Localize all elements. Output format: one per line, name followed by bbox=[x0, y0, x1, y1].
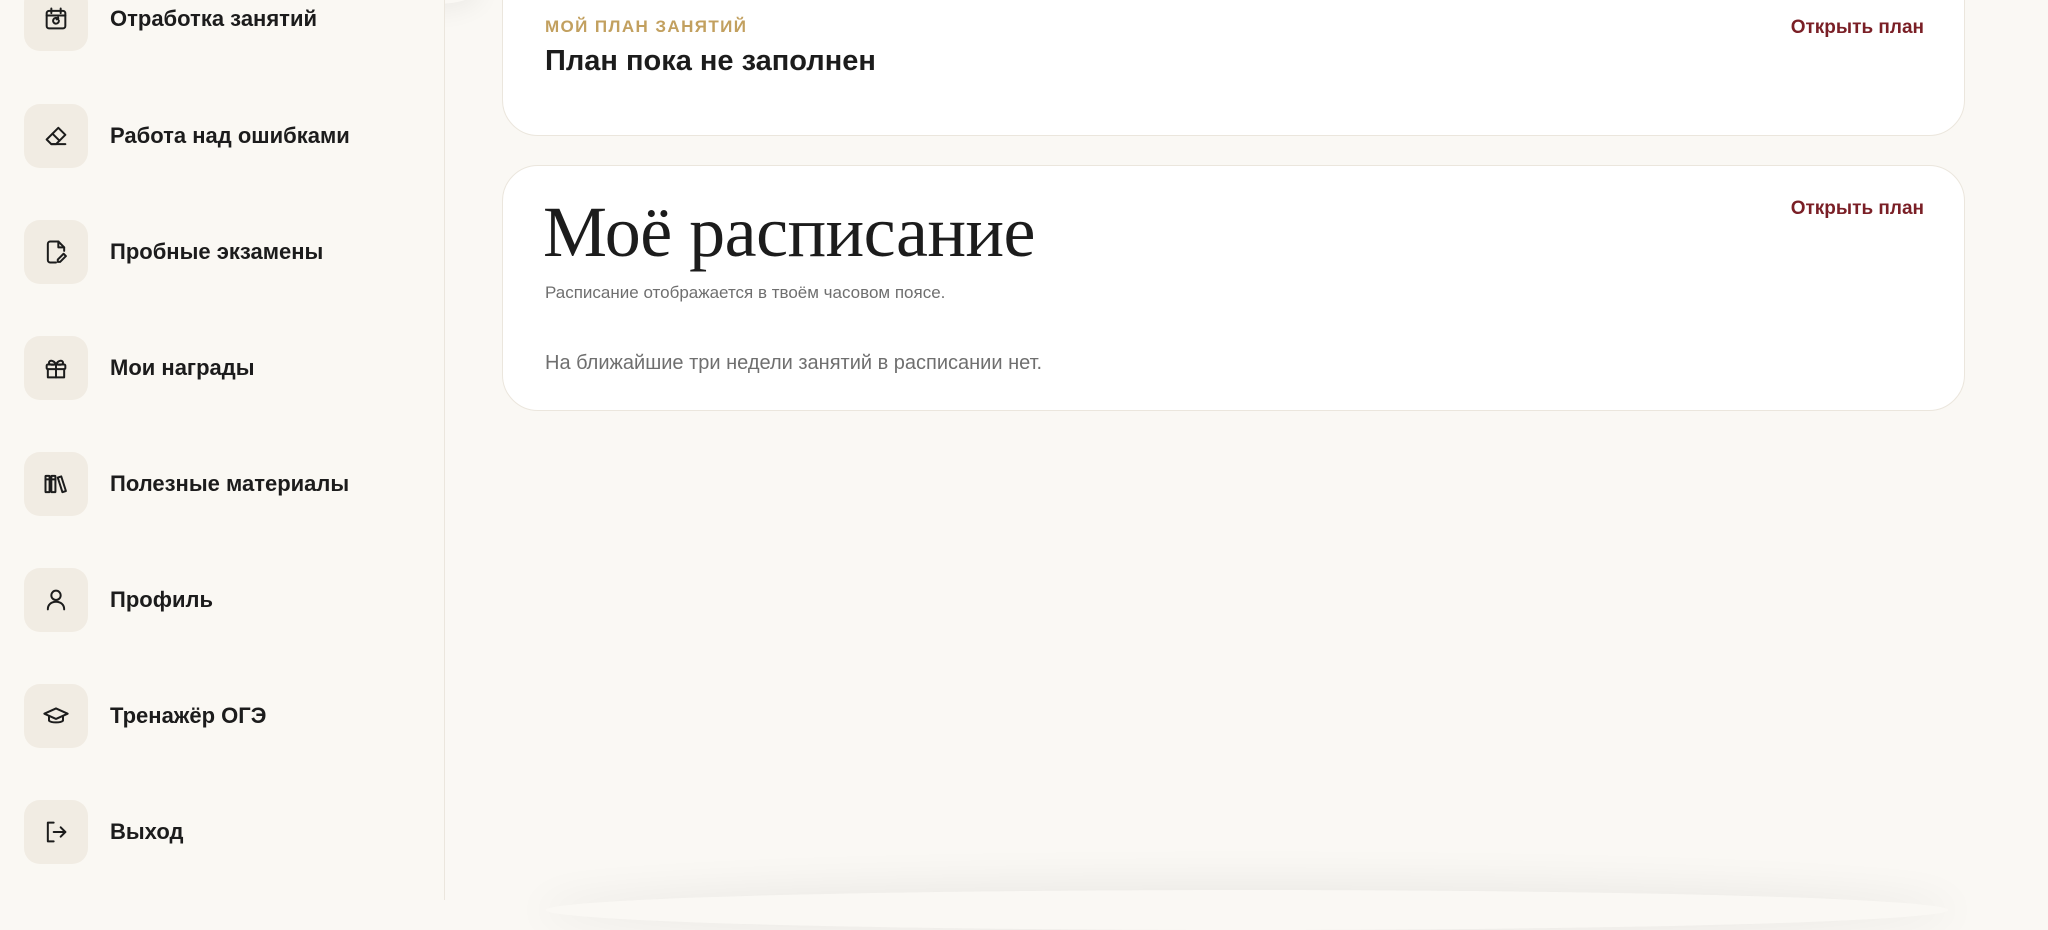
sidebar-item-label: Профиль bbox=[110, 587, 213, 612]
sidebar-item-materials[interactable]: Полезные материалы bbox=[24, 452, 360, 516]
sidebar-item-label: Полезные материалы bbox=[110, 471, 350, 496]
sidebar-item-label: Мои награды bbox=[110, 355, 255, 380]
open-plan-link[interactable]: Открыть план bbox=[1791, 17, 1924, 39]
sidebar-item-logout[interactable]: Выход bbox=[24, 800, 360, 864]
schedule-timezone-note: Расписание отображается в твоём часовом … bbox=[545, 283, 946, 302]
sidebar-item-rewards[interactable]: Мои награды bbox=[24, 336, 360, 400]
sidebar: Отработка занятий Работа над ошибками Пр… bbox=[0, 0, 445, 900]
schedule-empty-message: На ближайшие три недели занятий в распис… bbox=[545, 352, 1043, 374]
logout-icon bbox=[24, 800, 88, 864]
books-icon bbox=[24, 452, 88, 516]
eraser-icon bbox=[24, 104, 88, 168]
sidebar-item-mock-exams[interactable]: Пробные экзамены bbox=[24, 220, 360, 284]
sidebar-item-label: Пробные экзамены bbox=[110, 239, 324, 264]
user-icon bbox=[24, 568, 88, 632]
document-edit-icon bbox=[24, 220, 88, 284]
graduation-cap-icon bbox=[24, 684, 88, 748]
study-plan-card: МОЙ ПЛАН ЗАНЯТИЙ План пока не заполнен О… bbox=[502, 0, 1965, 136]
schedule-title: Моё расписание bbox=[543, 192, 1035, 272]
sidebar-item-label: Отработка занятий bbox=[110, 6, 318, 31]
main-content: МОЙ ПЛАН ЗАНЯТИЙ План пока не заполнен О… bbox=[446, 0, 2048, 900]
sidebar-item-profile[interactable]: Профиль bbox=[24, 568, 360, 632]
sidebar-item-mistakes[interactable]: Работа над ошибками bbox=[24, 104, 360, 168]
calendar-refresh-icon bbox=[24, 0, 88, 51]
sidebar-item-oge-trainer[interactable]: Тренажёр ОГЭ bbox=[24, 684, 360, 748]
plan-eyebrow: МОЙ ПЛАН ЗАНЯТИЙ bbox=[545, 17, 748, 36]
sidebar-item-label: Тренажёр ОГЭ bbox=[110, 703, 267, 728]
sidebar-item-lesson-makeup[interactable]: Отработка занятий bbox=[24, 0, 360, 51]
bottom-shadow bbox=[546, 890, 1948, 930]
open-schedule-plan-link[interactable]: Открыть план bbox=[1791, 198, 1924, 220]
plan-title: План пока не заполнен bbox=[545, 45, 876, 77]
schedule-card: Моё расписание Расписание отображается в… bbox=[502, 165, 1965, 411]
gift-icon bbox=[24, 336, 88, 400]
sidebar-item-label: Выход bbox=[110, 819, 184, 844]
sidebar-item-label: Работа над ошибками bbox=[110, 123, 350, 148]
